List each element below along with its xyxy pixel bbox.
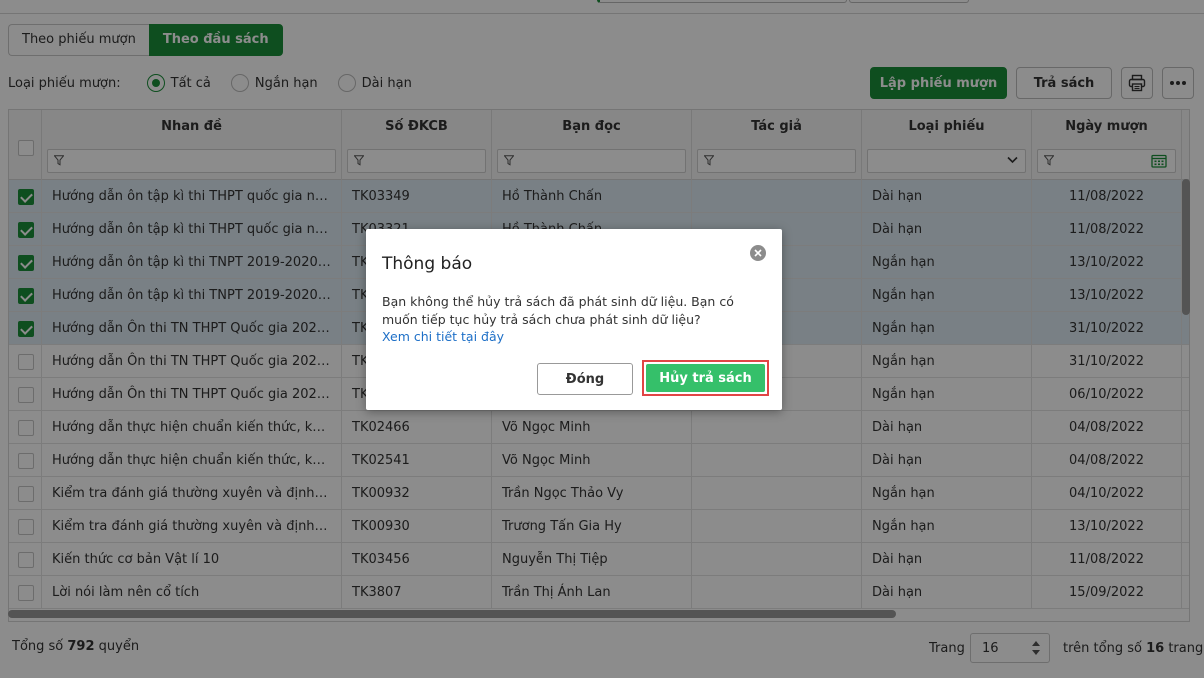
notification-dialog: Thông báo Bạn không thể hủy trả sách đã …	[366, 229, 782, 410]
dialog-message: Bạn không thể hủy trả sách đã phát sinh …	[382, 294, 734, 327]
close-icon	[754, 249, 762, 257]
cancel-return-button[interactable]: Hủy trả sách	[646, 364, 765, 392]
confirm-highlight-frame: Hủy trả sách	[642, 360, 769, 396]
dialog-close-button[interactable]	[750, 245, 766, 261]
details-link[interactable]: Xem chi tiết tại đây	[382, 329, 504, 344]
close-button[interactable]: Đóng	[537, 363, 633, 395]
dialog-title: Thông báo	[382, 254, 473, 274]
